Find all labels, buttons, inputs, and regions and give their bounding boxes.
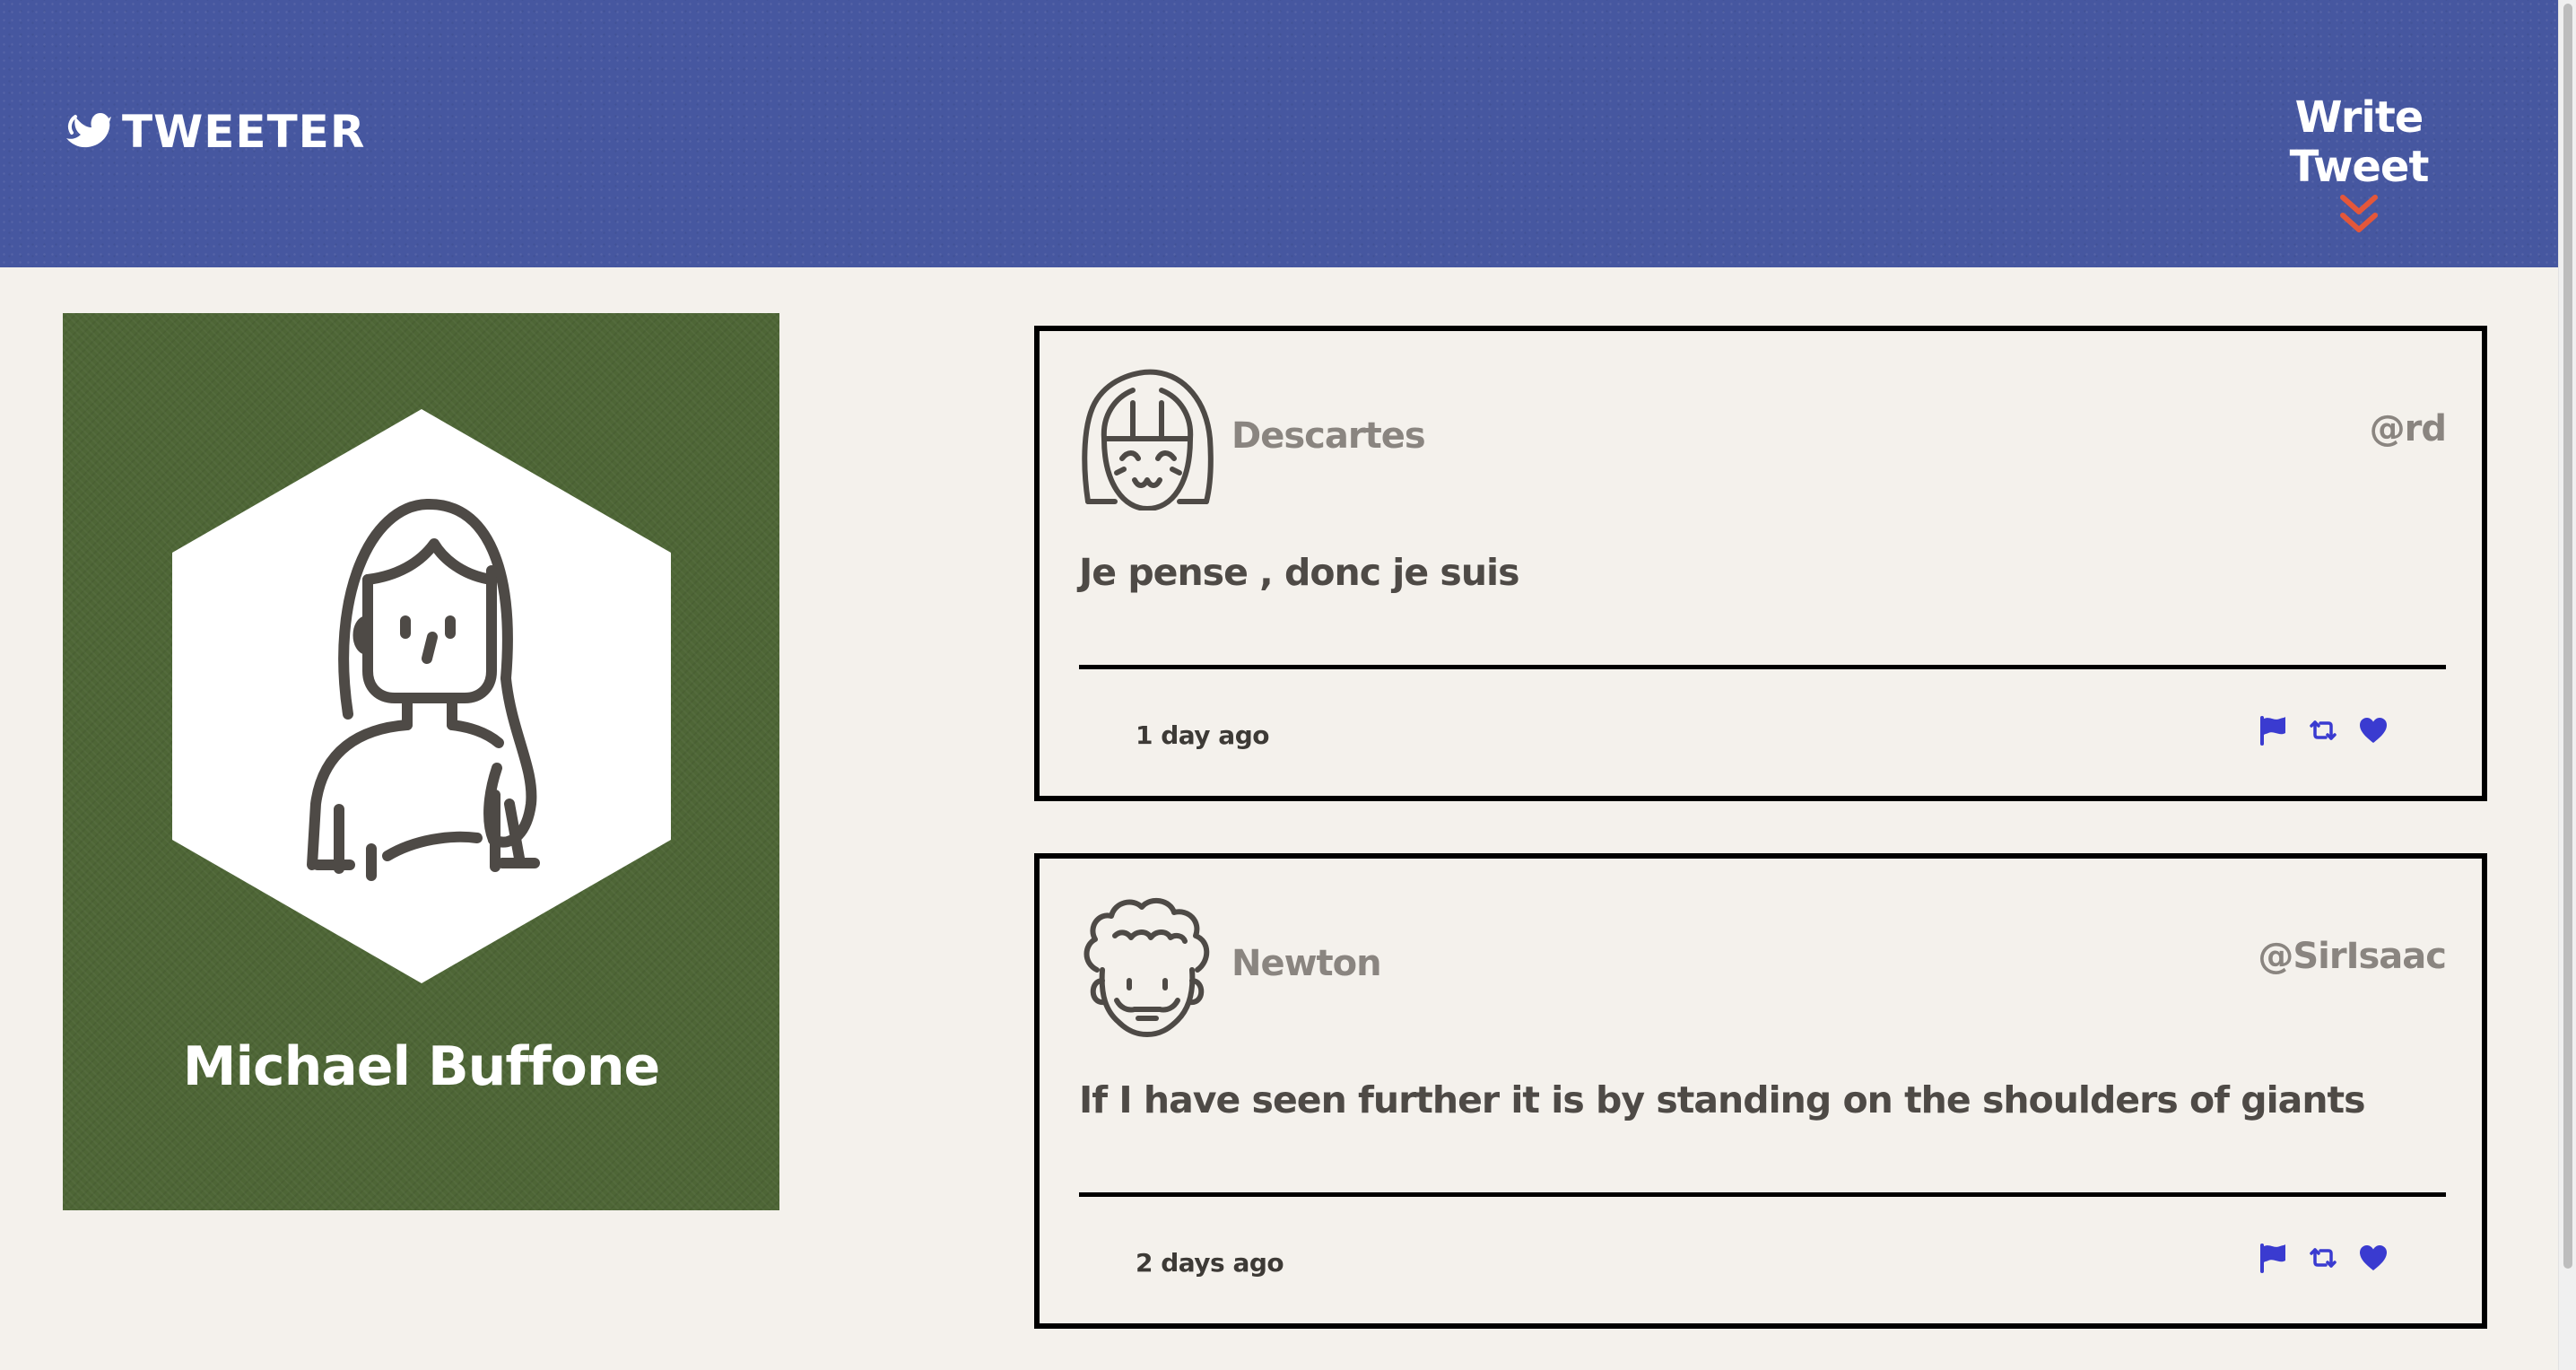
tweet-divider — [1079, 665, 2446, 669]
tweet-actions — [2258, 715, 2389, 746]
profile-card: Michael Buffone — [63, 313, 779, 1210]
tweet-divider — [1079, 1192, 2446, 1197]
tweet-timestamp: 2 days ago — [1136, 1248, 1284, 1278]
woman-avatar-icon — [172, 409, 671, 983]
tweet-actions — [2258, 1243, 2389, 1273]
flag-icon[interactable] — [2258, 1243, 2288, 1273]
brand[interactable]: TWEETER — [63, 106, 365, 158]
heart-icon[interactable] — [2358, 715, 2389, 746]
tweet-text: Je pense , donc je suis — [1079, 551, 1519, 594]
tweet-card: Descartes @rd Je pense , donc je suis 1 … — [1034, 326, 2487, 801]
tweet-author-handle[interactable]: @SirIsaac — [2258, 936, 2447, 977]
write-tweet-label: Write Tweet — [2289, 92, 2430, 193]
girl-avatar-icon — [1079, 367, 1215, 511]
scrollbar-thumb[interactable] — [2563, 4, 2572, 1269]
profile-name: Michael Buffone — [182, 1035, 660, 1098]
top-nav: TWEETER Write Tweet — [0, 0, 2558, 267]
vertical-scrollbar[interactable] — [2558, 0, 2576, 1370]
tweet-author-name: Newton — [1231, 943, 1382, 984]
dove-icon — [63, 108, 111, 157]
retweet-icon[interactable] — [2308, 1243, 2338, 1273]
flag-icon[interactable] — [2258, 715, 2288, 746]
tweet-timestamp: 1 day ago — [1136, 720, 1269, 750]
retweet-icon[interactable] — [2308, 715, 2338, 746]
tweet-author-handle[interactable]: @rd — [2370, 408, 2447, 449]
brand-label: TWEETER — [122, 106, 366, 158]
tweet-text: If I have seen further it is by standing… — [1079, 1078, 2366, 1121]
write-tweet-button[interactable]: Write Tweet — [2224, 92, 2493, 235]
curly-man-avatar-icon — [1079, 894, 1215, 1038]
heart-icon[interactable] — [2358, 1243, 2389, 1273]
tweet-card: Newton @SirIsaac If I have seen further … — [1034, 853, 2487, 1329]
double-chevron-down-icon — [2224, 194, 2493, 235]
tweet-author-name: Descartes — [1231, 415, 1426, 457]
